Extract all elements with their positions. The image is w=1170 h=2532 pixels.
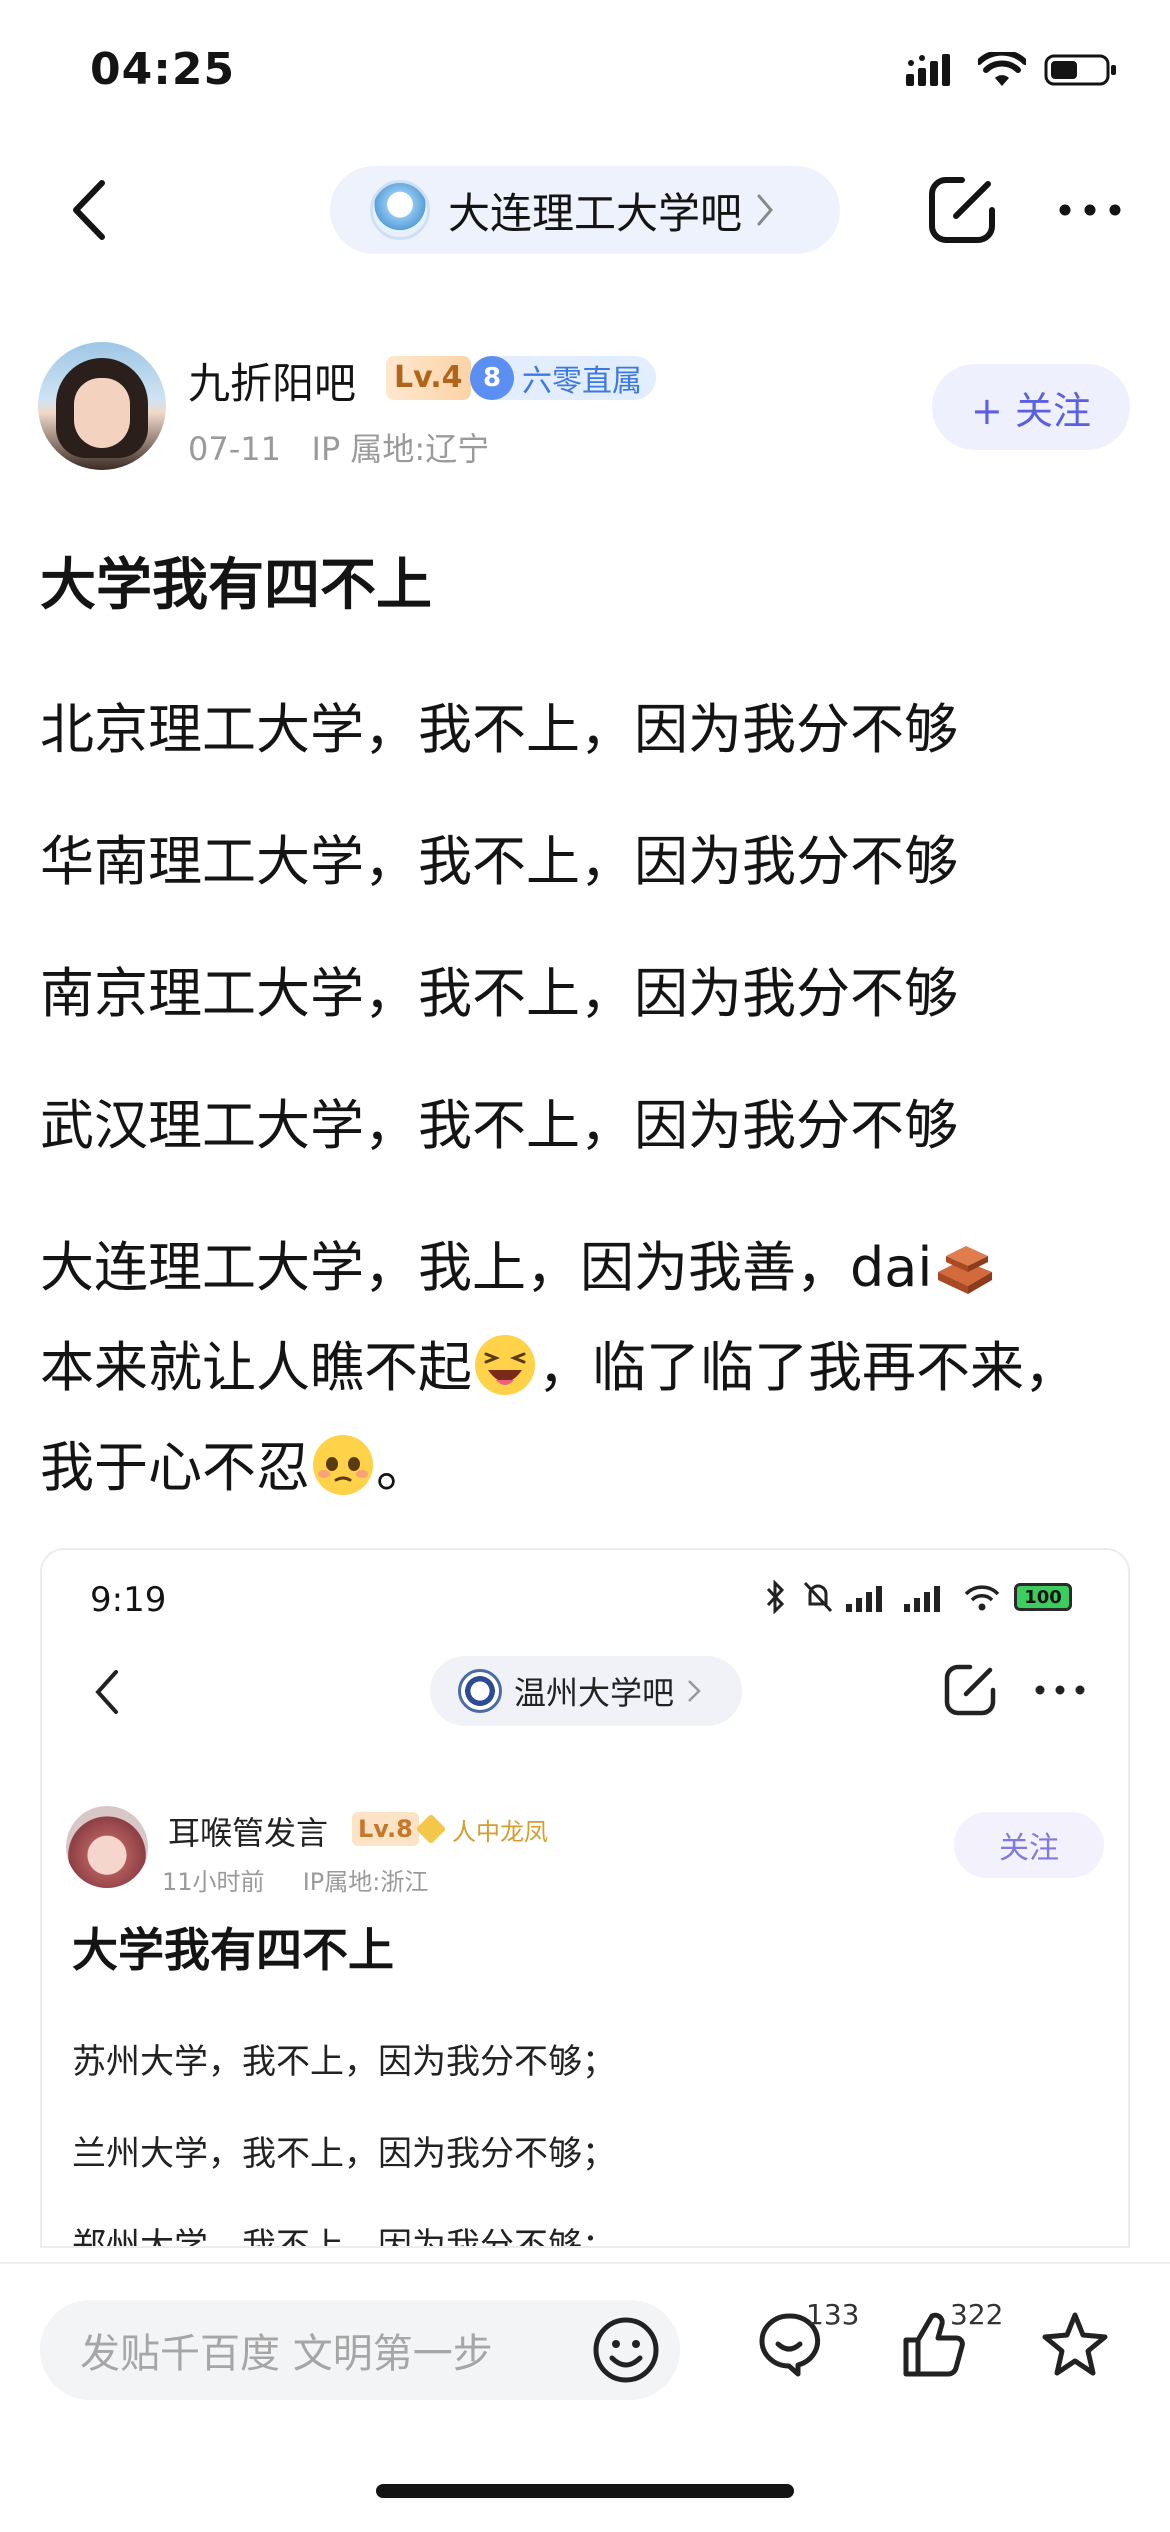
like-button[interactable]: 322 xyxy=(900,2298,1010,2390)
post-line: 南京理工大学，我不上，因为我分不够 xyxy=(40,962,958,1025)
ip-location: IP 属地:辽宁 xyxy=(311,430,490,468)
forum-name: 大连理工大学吧 xyxy=(448,188,743,238)
shot-post-line: 苏州大学，我不上，因为我分不够； xyxy=(72,2042,616,2082)
para-text-2: 本来就让人瞧不起 xyxy=(40,1336,472,1399)
shot-time: 9:19 xyxy=(90,1580,167,1620)
home-indicator xyxy=(376,2484,794,2498)
follow-button[interactable]: + 关注 xyxy=(932,364,1130,450)
signal-icon xyxy=(846,1586,882,1612)
shot-post-title: 大学我有四不上 xyxy=(72,1923,394,1977)
shot-author-name: 耳喉管发言 xyxy=(168,1814,329,1852)
back-icon xyxy=(73,180,105,240)
comment-placeholder: 发贴千百度 文明第一步 xyxy=(80,2331,493,2377)
comment-input[interactable]: 发贴千百度 文明第一步 xyxy=(40,2300,680,2400)
shot-status-icons: 100 xyxy=(760,1580,1072,1614)
shot-meta: 11小时前 IP属地:浙江 xyxy=(162,1862,428,1897)
author-row: 九折阳吧 Lv.4 8 六零直属 07-11 IP 属地:辽宁 + 关注 xyxy=(0,340,1170,480)
shot-forum-name: 温州大学吧 xyxy=(514,1674,675,1712)
member-badge: 8 六零直属 xyxy=(470,356,656,400)
shot-follow-button: 关注 xyxy=(954,1812,1104,1878)
status-icons xyxy=(906,52,1118,88)
favorite-button[interactable] xyxy=(1040,2310,1120,2390)
back-button[interactable] xyxy=(50,170,130,250)
shot-ip-location: IP属地:浙江 xyxy=(302,1868,429,1896)
forum-logo xyxy=(370,180,430,240)
post-date: 07-11 xyxy=(188,430,281,468)
shot-level-badge: Lv.8 xyxy=(352,1812,419,1846)
bluetooth-icon xyxy=(766,1580,785,1614)
more-button[interactable] xyxy=(1050,168,1130,252)
para-text-4: 。 xyxy=(376,1436,430,1499)
author-name[interactable]: 九折阳吧 xyxy=(188,350,356,411)
shot-post-line: 兰州大学，我不上，因为我分不够； xyxy=(72,2134,616,2174)
member-number: 8 xyxy=(470,356,514,400)
post-title: 大学我有四不上 xyxy=(40,553,432,618)
post-line: 华南理工大学，我不上，因为我分不够 xyxy=(40,830,958,893)
shot-title-badge: 人中龙凤 xyxy=(415,1812,548,1846)
signal-icon xyxy=(906,54,950,86)
brick-emoji xyxy=(938,1246,993,1294)
shot-time-ago: 11小时前 xyxy=(162,1868,265,1896)
edit-button[interactable] xyxy=(920,168,1004,252)
comment-button[interactable]: 133 xyxy=(756,2298,866,2390)
shot-forum-logo xyxy=(458,1669,502,1713)
shot-avatar xyxy=(66,1806,148,1888)
post-lines: 北京理工大学，我不上，因为我分不够 华南理工大学，我不上，因为我分不够 南京理工… xyxy=(40,690,1140,1218)
battery-indicator: 100 xyxy=(1014,1583,1072,1611)
level-badge: Lv.4 xyxy=(386,356,471,400)
post-meta: 07-11 IP 属地:辽宁 xyxy=(188,424,489,470)
diamond-icon xyxy=(415,1813,447,1845)
laughing-emoji xyxy=(475,1335,535,1395)
bottom-bar: 发贴千百度 文明第一步 133 322 xyxy=(0,2262,1170,2532)
shot-badge-text: 人中龙凤 xyxy=(452,1817,548,1846)
comment-count: 133 xyxy=(806,2298,860,2331)
star-icon xyxy=(1042,2312,1108,2376)
shot-back-icon xyxy=(82,1662,132,1722)
emoji-icon[interactable] xyxy=(590,2314,662,2386)
signal-icon xyxy=(904,1586,940,1612)
shot-edit-icon xyxy=(944,1664,996,1716)
mute-icon xyxy=(803,1581,833,1613)
chevron-right-icon xyxy=(757,194,773,226)
pleading-emoji xyxy=(313,1435,373,1495)
like-count: 322 xyxy=(950,2298,1004,2331)
forum-pill[interactable]: 大连理工大学吧 xyxy=(330,166,840,254)
shot-post-line: 郑州大学，我不上，因为我分不够； xyxy=(72,2226,616,2248)
avatar[interactable] xyxy=(38,342,166,470)
status-time: 04:25 xyxy=(90,44,236,95)
wifi-icon xyxy=(978,52,1026,86)
post-line: 北京理工大学，我不上，因为我分不够 xyxy=(40,698,958,761)
more-icon xyxy=(1059,204,1121,216)
shot-forum-pill: 温州大学吧 xyxy=(430,1656,742,1726)
post-paragraph: 大连理工大学，我上，因为我善，dai 本来就让人瞧不起 ，临了临了我再不来，我于… xyxy=(40,1218,1130,1518)
embedded-screenshot[interactable]: 9:19 100 温州大学吧 耳喉管发言 Lv.8 人中龙凤 11小时前 IP属… xyxy=(40,1548,1130,2248)
shot-more-icon xyxy=(1030,1662,1090,1718)
nav-bar: 大连理工大学吧 xyxy=(0,150,1170,280)
wifi-icon xyxy=(964,1585,1000,1611)
status-bar: 04:25 xyxy=(0,0,1170,150)
member-label: 六零直属 xyxy=(522,364,642,399)
para-text-1: 大连理工大学，我上，因为我善，dai xyxy=(40,1236,933,1299)
edit-icon xyxy=(929,177,995,243)
battery-icon xyxy=(1044,54,1116,86)
post-line: 武汉理工大学，我不上，因为我分不够 xyxy=(40,1094,958,1157)
chevron-right-icon xyxy=(688,1680,701,1702)
